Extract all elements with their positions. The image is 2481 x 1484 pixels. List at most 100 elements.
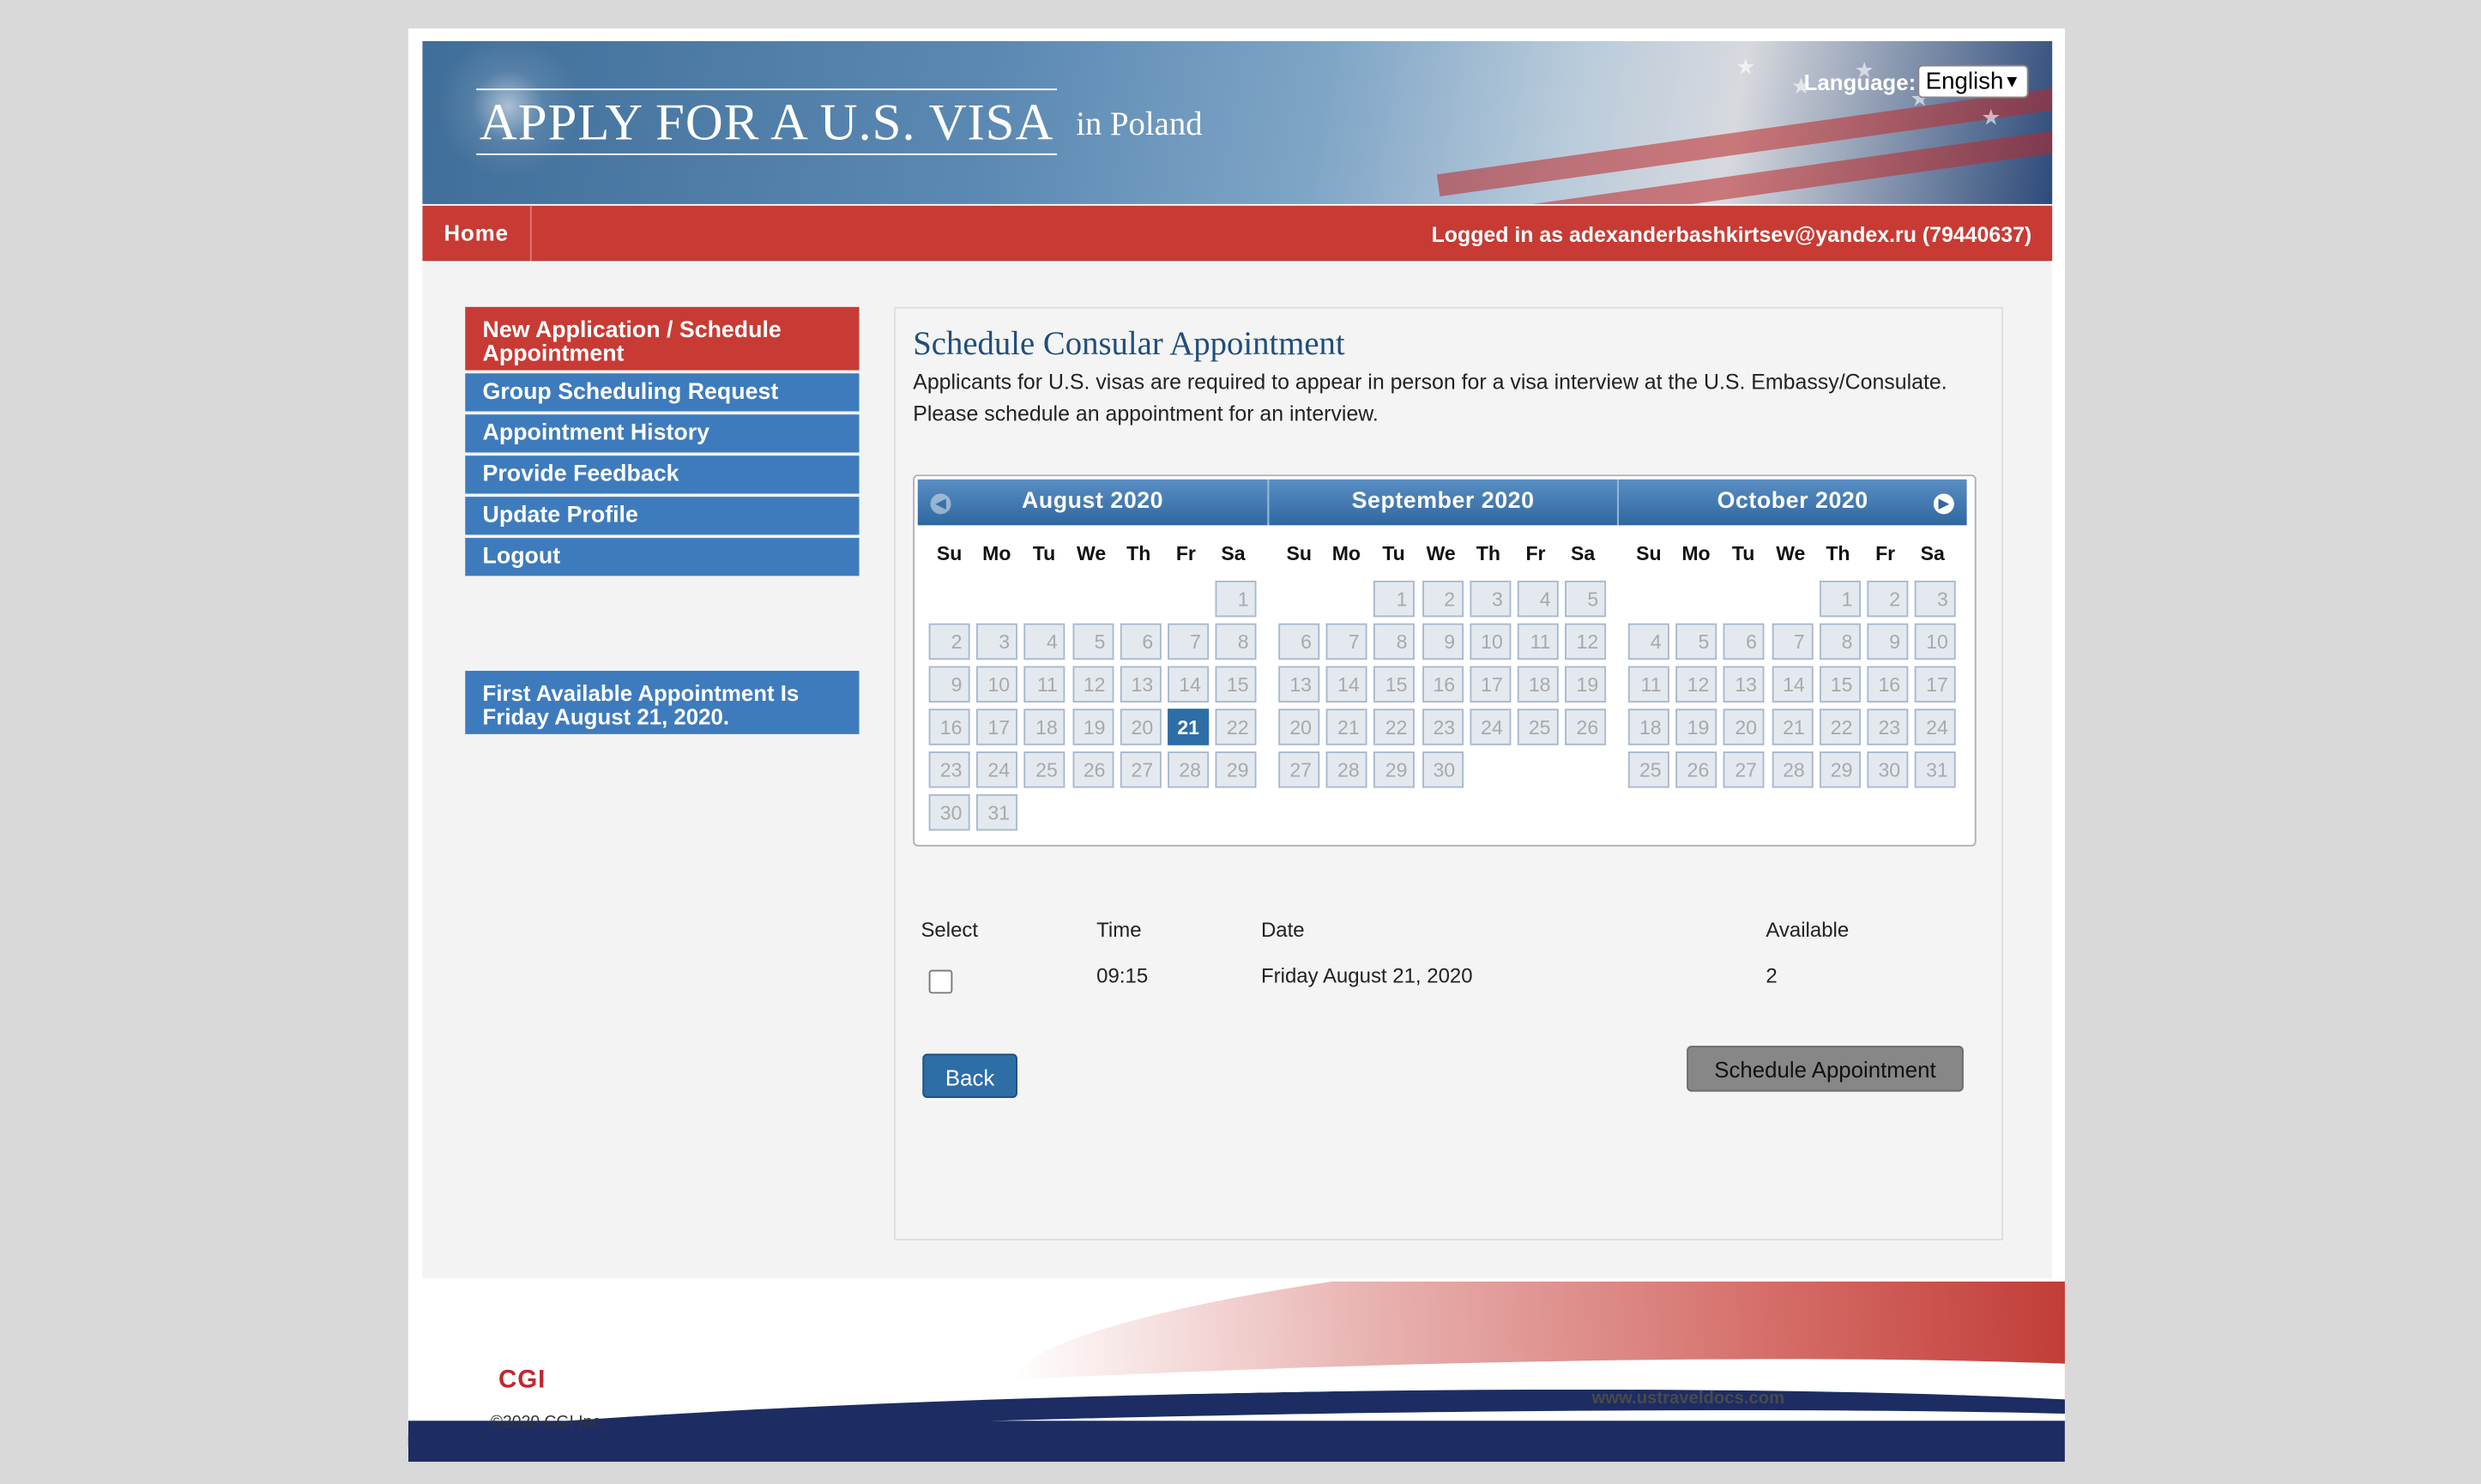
calendar-day: 9 [1422,623,1464,661]
schedule-panel: Schedule Consular Appointment Applicants… [894,306,2004,1241]
calendar-day: 21 [1771,709,1813,745]
calendar-day: 4 [1627,623,1669,661]
calendar-day: 12 [1565,623,1607,661]
sidebar-item-appointment-history[interactable]: Appointment History [465,414,860,453]
schedule-appointment-button[interactable]: Schedule Appointment [1687,1046,1964,1092]
weekday-label: Fr [1875,542,1896,565]
calendar-day: 11 [1024,666,1066,703]
calendar-day: 6 [1723,623,1766,661]
calendar-day: 15 [1215,666,1257,703]
calendar-day: 12 [1675,666,1717,703]
calendar-day: 15 [1373,666,1416,703]
nav-home-link[interactable]: Home [422,205,532,262]
calendar-day: 13 [1723,666,1766,703]
calendar-day: 27 [1723,751,1766,788]
sidebar-item-label: Logout [482,544,561,570]
calendar-day: 6 [1120,623,1162,661]
cgi-logo: CGI [498,1366,546,1394]
calendar-day: 24 [1470,709,1512,745]
weekday-label: Th [1476,542,1500,565]
weekday-label: Tu [1032,542,1056,565]
top-nav: Home Logged in as adexanderbashkirtsev@y… [422,205,2053,262]
calendar-day: 6 [1278,623,1320,661]
slot-date: Friday August 21, 2020 [1260,963,1473,987]
footer: CGI ©2020 CGI Inc. www.ustraveldocs.com [407,1281,2065,1463]
sidebar-item-provide-feedback[interactable]: Provide Feedback [465,455,860,494]
calendar-day-selected[interactable]: 21 [1168,709,1210,745]
calendar-day: 11 [1517,623,1559,661]
calendar-day: 20 [1723,709,1766,745]
sidebar-item-update-profile[interactable]: Update Profile [465,497,860,535]
weekday-label: Fr [1175,542,1196,565]
first-available-notice: First Available Appointment Is Friday Au… [465,671,860,734]
back-button[interactable]: Back [922,1053,1017,1099]
calendar-day: 22 [1819,709,1861,745]
calendar-day: 26 [1565,709,1607,745]
calendar-day: 16 [928,709,970,745]
calendar-day: 29 [1819,751,1861,788]
language-select-value: English [1925,68,2004,95]
calendar-day: 19 [1565,666,1607,703]
calendar-day: 15 [1819,666,1861,703]
calendar-day: 26 [1675,751,1717,788]
calendar-day: 5 [1071,623,1114,661]
slot-available: 2 [1766,963,1778,987]
calendar-day: 14 [1771,666,1813,703]
weekday-label: Sa [1221,542,1246,565]
page: ★ ★ ★ ★ ★ APPLY FOR A U.S. VISA in Polan… [407,28,2065,1463]
calendar-day: 29 [1373,751,1416,788]
slot-time: 09:15 [1096,963,1149,987]
calendar-day: 3 [1470,580,1512,618]
col-header-available: Available [1766,917,1850,942]
chevron-left-icon[interactable]: ◀ [930,493,951,515]
calendar-day: 1 [1215,580,1257,618]
page-description: Applicants for U.S. visas are required t… [913,370,1947,426]
calendar-day: 16 [1422,666,1464,703]
weekday-label: Sa [1570,542,1596,565]
page-title: Schedule Consular Appointment [913,324,1345,363]
calendar-day: 19 [1675,709,1717,745]
weekday-label: We [1076,542,1107,565]
sidebar-item-label: Appointment History [482,420,710,447]
calendar-day: 10 [1915,623,1957,661]
sidebar-item-label: Update Profile [482,503,638,529]
month-header: October 2020 ▶ [1616,479,1967,526]
calendar-day: 20 [1120,709,1162,745]
weekday-label: Tu [1382,542,1405,565]
copyright: ©2020 CGI Inc. [490,1413,606,1433]
calendar-day: 8 [1215,623,1257,661]
calendar-day: 18 [1627,709,1669,745]
sidebar-item-group-scheduling[interactable]: Group Scheduling Request [465,373,860,412]
calendar-day: 30 [928,793,970,831]
sidebar-item-logout[interactable]: Logout [465,538,860,576]
calendar-day: 9 [1867,623,1909,661]
calendar-day: 25 [1627,751,1669,788]
slot-select-checkbox[interactable] [928,969,953,994]
star-icon: ★ [1981,104,2001,130]
calendar-day: 9 [928,666,970,703]
weekday-label: Mo [982,542,1011,565]
weekday-label: Sa [1920,542,1945,565]
header-banner: ★ ★ ★ ★ ★ APPLY FOR A U.S. VISA in Polan… [422,40,2053,204]
calendar-day: 28 [1771,751,1813,788]
calendar-day: 24 [1915,709,1957,745]
calendar-day: 28 [1325,751,1367,788]
calendar-day: 16 [1867,666,1909,703]
sidebar-item-label: Provide Feedback [482,461,679,488]
calendar-day: 14 [1168,666,1210,703]
weekday-label: Su [1286,542,1312,565]
footer-website-link[interactable]: www.ustraveldocs.com [1591,1389,1784,1408]
calendar-day: 14 [1325,666,1367,703]
sidebar-item-new-application[interactable]: New Application / Schedule Appointment [465,306,860,371]
calendar-day: 10 [1470,623,1512,661]
site-title: APPLY FOR A U.S. VISA [476,88,1058,155]
calendar-day: 3 [1915,580,1957,618]
calendar-day: 17 [1470,666,1512,703]
month-title: September 2020 [1351,488,1535,515]
language-label: Language: [1803,69,1917,95]
language-select[interactable]: English ▼ [1917,64,2029,99]
calendar-day: 1 [1373,580,1416,618]
col-header-date: Date [1260,917,1305,942]
calendar-day: 11 [1627,666,1669,703]
chevron-right-icon[interactable]: ▶ [1933,493,1954,515]
